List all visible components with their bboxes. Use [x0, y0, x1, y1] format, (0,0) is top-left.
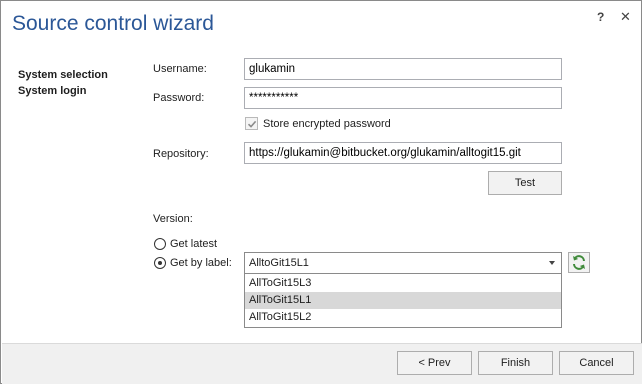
help-icon[interactable]: ?	[597, 10, 604, 24]
label-select-value: AlltoGit15L1	[249, 257, 309, 269]
store-password-label: Store encrypted password	[263, 118, 391, 130]
password-label: Password:	[153, 92, 205, 104]
get-latest-label: Get latest	[170, 238, 218, 250]
get-by-label-label: Get by label:	[170, 257, 232, 269]
label-dropdown-list: AllToGit15L3 AllToGit15L1 AllToGit15L2	[244, 273, 562, 328]
step-system-selection[interactable]: System selection	[18, 67, 108, 83]
step-system-login[interactable]: System login	[18, 83, 108, 99]
refresh-button[interactable]	[568, 252, 590, 273]
dropdown-option[interactable]: AllToGit15L2	[245, 309, 561, 326]
finish-button[interactable]: Finish	[478, 351, 553, 375]
get-latest-radio[interactable]	[154, 238, 166, 250]
wizard-steps: System selection System login	[18, 67, 108, 99]
dropdown-option[interactable]: AllToGit15L3	[245, 275, 561, 292]
prev-button[interactable]: < Prev	[397, 351, 472, 375]
radio-selected-dot	[158, 261, 162, 265]
repository-input[interactable]: https://glukamin@bitbucket.org/glukamin/…	[244, 142, 562, 164]
username-label: Username:	[153, 63, 207, 75]
checkmark-icon	[247, 120, 257, 128]
label-select[interactable]: AlltoGit15L1	[244, 252, 562, 274]
dropdown-option-highlighted[interactable]: AllToGit15L1	[245, 292, 561, 309]
dialog-title: Source control wizard	[12, 12, 214, 35]
chevron-down-icon[interactable]	[549, 261, 555, 265]
wizard-window: Source control wizard ? ✕ System selecti…	[0, 0, 642, 384]
version-label: Version:	[153, 213, 193, 225]
password-input[interactable]: ***********	[244, 87, 562, 109]
get-by-label-radio[interactable]	[154, 257, 166, 269]
close-icon[interactable]: ✕	[620, 9, 631, 25]
refresh-icon	[573, 255, 585, 270]
repository-label: Repository:	[153, 148, 209, 160]
cancel-button[interactable]: Cancel	[559, 351, 634, 375]
username-input[interactable]: glukamin	[244, 58, 562, 80]
test-button[interactable]: Test	[488, 171, 562, 195]
store-password-checkbox[interactable]	[245, 117, 258, 130]
